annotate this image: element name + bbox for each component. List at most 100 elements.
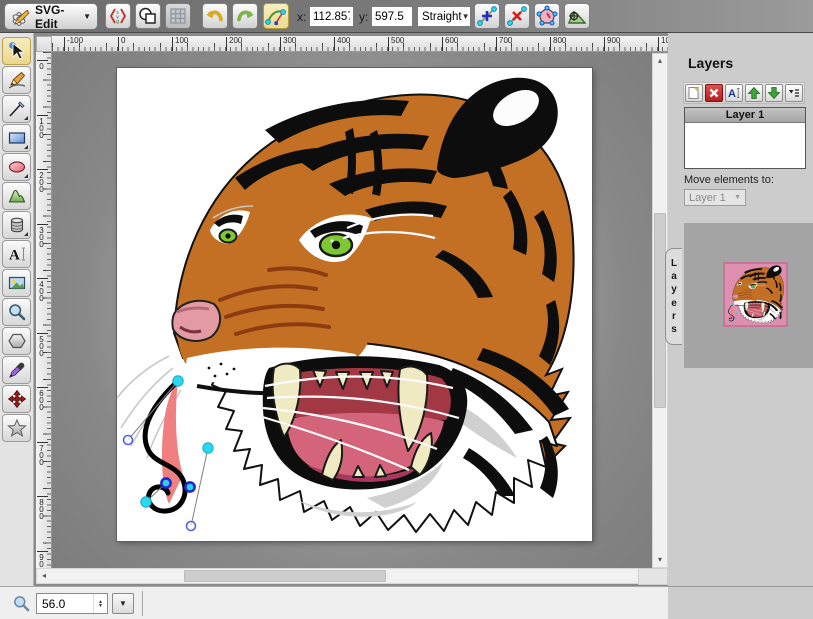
y-coordinate-label: y: — [359, 10, 368, 24]
tool-shape-library[interactable] — [2, 211, 31, 239]
tool-image[interactable] — [2, 269, 31, 297]
tool-eyedropper[interactable] — [2, 356, 31, 384]
canvas-overview-area — [684, 223, 813, 368]
tool-text[interactable]: A — [2, 240, 31, 268]
undo-icon — [204, 5, 226, 27]
scroll-up-arrow[interactable]: ▴ — [653, 54, 667, 68]
tool-zoom[interactable] — [2, 298, 31, 326]
segment-type-select[interactable]: Straight ▼ — [417, 6, 471, 27]
scroll-left-arrow[interactable]: ◂ — [37, 569, 51, 583]
delete-layer-icon — [707, 86, 721, 100]
arrow-up-icon — [747, 86, 761, 100]
magnifier-icon — [7, 302, 27, 322]
v-ruler-tick-label: 500 — [37, 333, 48, 356]
tool-ellipse[interactable] — [2, 153, 31, 181]
layer-row-layer1[interactable]: Layer 1 — [685, 108, 805, 123]
layer-menu-button[interactable] — [785, 84, 803, 102]
v-ruler-tick-label: 100 — [37, 115, 48, 138]
text-icon: A — [7, 244, 27, 264]
add-subpath-icon — [566, 5, 588, 27]
source-code-button[interactable]: s v g — [105, 3, 131, 29]
delete-node-button[interactable] — [504, 3, 530, 29]
horizontal-scroll-thumb[interactable] — [184, 570, 386, 582]
rename-layer-button[interactable]: A — [725, 84, 743, 102]
move-layer-down-button[interactable] — [765, 84, 783, 102]
delete-layer-button[interactable] — [705, 84, 723, 102]
h-ruler-tick-label: 500 — [388, 37, 404, 52]
svg-text:A: A — [728, 88, 736, 100]
layers-panel: Layers A — [668, 33, 813, 619]
zoom-dropdown-button[interactable]: ▼ — [112, 593, 134, 614]
main-menu-button[interactable]: SVG-Edit ▼ — [4, 3, 98, 30]
horizontal-scrollbar[interactable]: ◂ ▸ — [36, 568, 652, 584]
new-layer-button[interactable] — [685, 84, 703, 102]
pencil-icon — [7, 70, 27, 90]
left-tool-palette: A — [0, 33, 34, 586]
shapes-icon — [138, 6, 158, 26]
edit-path-button[interactable] — [263, 3, 289, 29]
chevron-down-icon: ▼ — [734, 194, 741, 201]
tool-path[interactable] — [2, 182, 31, 210]
h-ruler-tick-label: 700 — [496, 37, 512, 52]
svg-text:g: g — [116, 19, 119, 25]
h-ruler-tick-label: 200 — [226, 37, 242, 52]
redo-button[interactable] — [232, 3, 258, 29]
horizontal-ruler: -10001002003004005006007008009001000 — [52, 36, 668, 52]
move-elements-label: Move elements to: — [684, 174, 774, 186]
artwork-thumbnail — [725, 264, 786, 325]
star-icon — [7, 418, 27, 438]
x-coordinate-label: x: — [297, 10, 306, 24]
y-coordinate-input[interactable] — [371, 6, 413, 27]
rename-layer-icon: A — [727, 86, 741, 100]
workspace: -10001002003004005006007008009001000 010… — [34, 33, 668, 586]
logo-label: SVG-Edit — [35, 3, 79, 31]
cylinder-icon — [7, 215, 27, 235]
v-ruler-tick-label: 200 — [37, 169, 48, 192]
chevron-down-icon: ▼ — [83, 12, 91, 21]
tool-line[interactable] — [2, 95, 31, 123]
add-node-button[interactable] — [474, 3, 500, 29]
x-coordinate-input[interactable] — [309, 6, 354, 27]
layer-list: Layer 1 — [684, 107, 806, 169]
undo-button[interactable] — [202, 3, 228, 29]
move-layer-up-button[interactable] — [745, 84, 763, 102]
chevron-down-icon: ▼ — [462, 12, 470, 21]
add-subpath-button[interactable] — [564, 3, 590, 29]
source-code-icon: s v g — [108, 6, 128, 26]
open-path-button[interactable] — [534, 3, 560, 29]
v-ruler-tick-label: 0 — [37, 60, 48, 69]
shapes-button[interactable] — [135, 3, 161, 29]
delete-node-icon — [506, 5, 528, 27]
scroll-down-arrow[interactable]: ▾ — [653, 553, 667, 567]
four-way-arrow-icon — [7, 389, 27, 409]
tool-star[interactable] — [2, 414, 31, 442]
zoom-magnifier-icon — [12, 594, 31, 613]
h-ruler-tick-label: 900 — [604, 37, 620, 52]
drawing-canvas[interactable] — [117, 68, 592, 541]
tool-rectangle[interactable] — [2, 124, 31, 152]
layers-side-tab[interactable]: L a y e r s — [665, 248, 682, 345]
scrollbar-corner — [638, 568, 668, 585]
canvas-viewport[interactable] — [52, 52, 652, 568]
add-node-icon — [476, 5, 498, 27]
h-ruler-tick-label: 600 — [442, 37, 458, 52]
vertical-ruler: 0100200300400500600700800900 — [36, 52, 52, 568]
tool-select[interactable] — [2, 37, 31, 65]
ruler-corner — [36, 36, 52, 52]
tool-connector[interactable] — [2, 385, 31, 413]
tool-pencil[interactable] — [2, 66, 31, 94]
grid-button[interactable] — [165, 3, 191, 29]
layers-panel-title: Layers — [688, 55, 733, 71]
layer-menu-icon — [787, 86, 801, 100]
move-target-select[interactable]: Layer 1 ▼ — [684, 189, 746, 206]
layer-buttons-row: A — [683, 82, 805, 104]
zoom-level-input[interactable]: 56.0 ▲▼ — [36, 593, 108, 614]
segment-type-value: Straight — [422, 11, 462, 23]
h-ruler-tick-label: 100 — [172, 37, 188, 52]
separator — [142, 591, 143, 616]
tool-polygon[interactable] — [2, 327, 31, 355]
move-target-value: Layer 1 — [689, 192, 726, 204]
zoom-spinner[interactable]: ▲▼ — [93, 594, 107, 613]
path-shape-icon — [7, 186, 27, 206]
bottom-bar: 56.0 ▲▼ ▼ — [0, 586, 668, 619]
